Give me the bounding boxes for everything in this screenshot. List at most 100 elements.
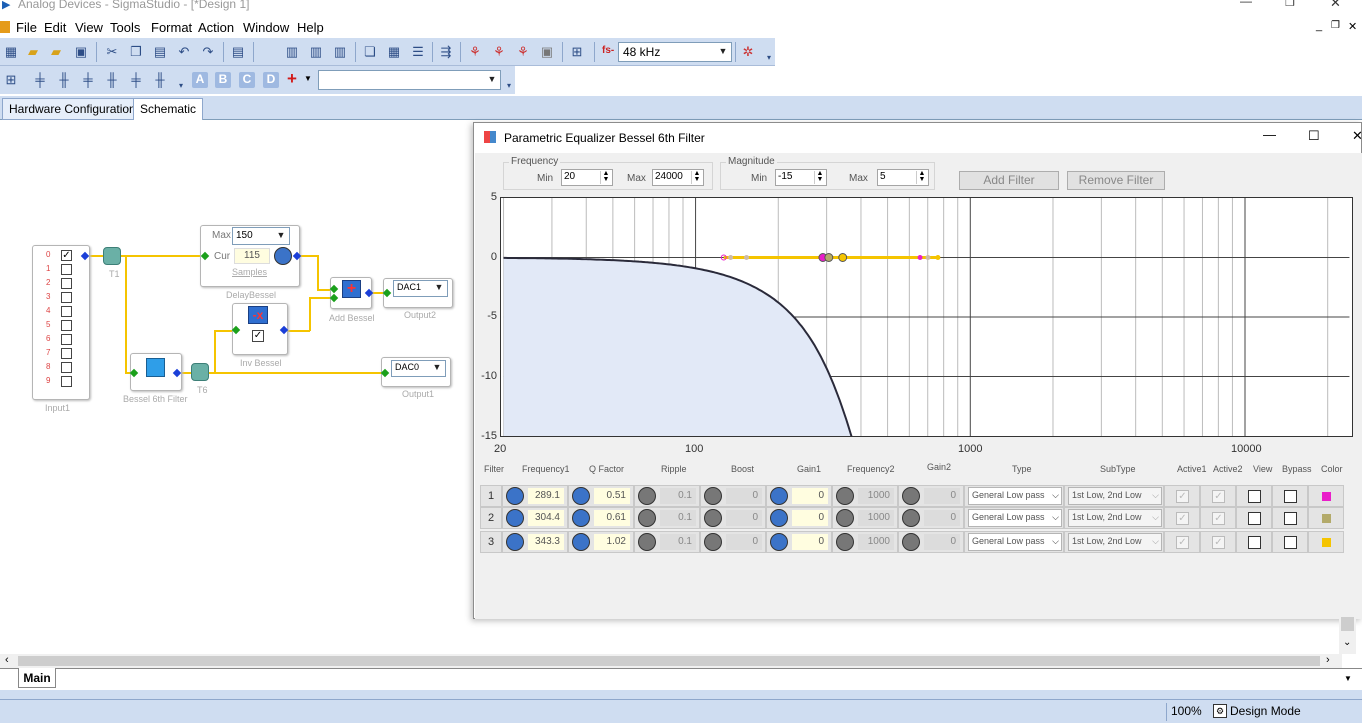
active1-checkbox[interactable]: ✓ (1176, 490, 1189, 503)
vertical-scrollbar[interactable]: ⌄ (1339, 615, 1356, 654)
spinner-arrows-icon[interactable]: ▲ ▼ (691, 170, 702, 184)
sample-rate-select[interactable]: 48 kHz ▼ (618, 42, 732, 62)
link-icon[interactable]: ⚘ (467, 44, 483, 60)
ripple-knob-icon[interactable] (638, 487, 656, 505)
download-icon[interactable]: ⚘ (515, 44, 531, 60)
layout-right-icon[interactable]: ▥ (332, 44, 348, 60)
delay-knob-icon[interactable] (274, 247, 292, 265)
channel-checkbox[interactable] (61, 334, 72, 345)
gain1-value[interactable]: 0 (792, 488, 828, 504)
redo-icon[interactable]: ↷ (200, 44, 216, 60)
output2-dac-select[interactable]: DAC1 ▼ (393, 280, 448, 297)
spinner-arrows-icon[interactable]: ▲ ▼ (916, 170, 927, 184)
disk-icon[interactable]: ▣ (539, 44, 555, 60)
freq-min-spinner[interactable]: 20 ▲ ▼ (561, 169, 613, 186)
frequency1-knob-icon[interactable] (506, 509, 524, 527)
channel-checkbox[interactable] (61, 362, 72, 373)
group-icon[interactable]: ❏ (362, 44, 378, 60)
view-checkbox[interactable] (1248, 536, 1261, 549)
block-c-button[interactable]: C (239, 72, 255, 88)
bypass-checkbox[interactable] (1284, 512, 1297, 525)
toolbar2-end-overflow-icon[interactable]: ▾ (504, 78, 514, 94)
frequency1-value[interactable]: 289.1 (528, 488, 564, 504)
minimize-icon[interactable]: — (1240, 0, 1252, 8)
color-cell[interactable] (1308, 531, 1344, 553)
frequency1-knob-icon[interactable] (506, 533, 524, 551)
channel-checkbox[interactable] (61, 278, 72, 289)
frequency1-knob-icon[interactable] (506, 487, 524, 505)
toolbar-overflow-icon[interactable]: ▾ (764, 50, 774, 66)
page-tabs-dropdown-icon[interactable]: ▼ (1344, 674, 1352, 683)
t1-junction[interactable] (103, 247, 121, 265)
qfactor-value[interactable]: 0.51 (594, 488, 630, 504)
block-a-button[interactable]: A (192, 72, 208, 88)
t6-junction[interactable] (191, 363, 209, 381)
channel-checkbox[interactable] (61, 320, 72, 331)
frequency-response-plot[interactable] (500, 197, 1353, 437)
undo-icon[interactable]: ↶ (176, 44, 192, 60)
link-compile-icon[interactable]: ⇶ (438, 44, 454, 60)
app-menu-icon[interactable] (0, 21, 10, 33)
channel-checkbox[interactable] (61, 306, 72, 317)
output1-dac-select[interactable]: DAC0 ▼ (391, 360, 446, 377)
align-top-icon[interactable]: ╪ (32, 72, 48, 88)
frequency1-value[interactable]: 343.3 (528, 534, 564, 550)
mdi-close-icon[interactable]: ✕ (1348, 20, 1357, 33)
spinner-arrows-icon[interactable]: ▲ ▼ (600, 170, 611, 184)
qfactor-knob-icon[interactable] (572, 487, 590, 505)
subtype-select[interactable]: 1st Low, 2nd Low ⌵ (1068, 509, 1162, 527)
gain2-knob-icon[interactable] (902, 533, 920, 551)
active2-checkbox[interactable]: ✓ (1212, 536, 1225, 549)
view-checkbox[interactable] (1248, 490, 1261, 503)
eq-minimize-icon[interactable]: — (1263, 127, 1276, 142)
settings-icon[interactable]: ✲ (740, 44, 756, 60)
menu-edit[interactable]: Edit (44, 20, 66, 35)
save-icon[interactable]: ▣ (73, 44, 89, 60)
remove-filter-button[interactable]: Remove Filter (1067, 171, 1165, 190)
align-middle-icon[interactable]: ╫ (56, 72, 72, 88)
zoom-level[interactable]: 100% (1166, 703, 1206, 721)
channel-checkbox[interactable] (61, 264, 72, 275)
layout-left-icon[interactable]: ▥ (284, 44, 300, 60)
menu-view[interactable]: View (75, 20, 103, 35)
split-icon[interactable]: ☰ (410, 44, 426, 60)
boost-knob-icon[interactable] (704, 509, 722, 527)
active1-checkbox[interactable]: ✓ (1176, 536, 1189, 549)
ripple-knob-icon[interactable] (638, 533, 656, 551)
layout-center-icon[interactable]: ▥ (308, 44, 324, 60)
align-left-icon[interactable]: ╫ (104, 72, 120, 88)
type-select[interactable]: General Low pass ⌵ (968, 509, 1062, 527)
boost-knob-icon[interactable] (704, 533, 722, 551)
horizontal-scrollbar[interactable]: ‹ › (0, 654, 1342, 668)
align-grid-icon[interactable]: ⊞ (3, 72, 19, 88)
gain1-knob-icon[interactable] (770, 509, 788, 527)
gain2-knob-icon[interactable] (902, 487, 920, 505)
menu-file[interactable]: File (16, 20, 37, 35)
open-recent-icon[interactable]: ▰ (48, 44, 64, 60)
delay-samples-link[interactable]: Samples (232, 267, 267, 277)
color-cell[interactable] (1308, 507, 1344, 529)
qfactor-value[interactable]: 0.61 (594, 510, 630, 526)
subtype-select[interactable]: 1st Low, 2nd Low ⌵ (1068, 533, 1162, 551)
menu-window[interactable]: Window (243, 20, 289, 35)
scroll-right-icon[interactable]: › (1326, 654, 1330, 666)
mag-min-spinner[interactable]: -15 ▲ ▼ (775, 169, 827, 186)
inv-checkbox[interactable]: ✓ (252, 330, 264, 342)
align-bottom-icon[interactable]: ╪ (80, 72, 96, 88)
gain2-knob-icon[interactable] (902, 509, 920, 527)
gain1-knob-icon[interactable] (770, 533, 788, 551)
ripple-knob-icon[interactable] (638, 509, 656, 527)
toolbar-combo[interactable]: ▼ (318, 70, 501, 90)
compile-icon[interactable]: ⚘ (491, 44, 507, 60)
new-design-icon[interactable]: ▦ (3, 44, 19, 60)
gain1-knob-icon[interactable] (770, 487, 788, 505)
channel-checkbox[interactable] (61, 292, 72, 303)
tab-main[interactable]: Main (18, 668, 56, 688)
type-select[interactable]: General Low pass ⌵ (968, 487, 1062, 505)
view-checkbox[interactable] (1248, 512, 1261, 525)
active2-checkbox[interactable]: ✓ (1212, 490, 1225, 503)
frequency2-knob-icon[interactable] (836, 509, 854, 527)
menu-help[interactable]: Help (297, 20, 324, 35)
add-plus-button[interactable]: + (287, 69, 297, 89)
properties-icon[interactable]: ▤ (230, 44, 246, 60)
